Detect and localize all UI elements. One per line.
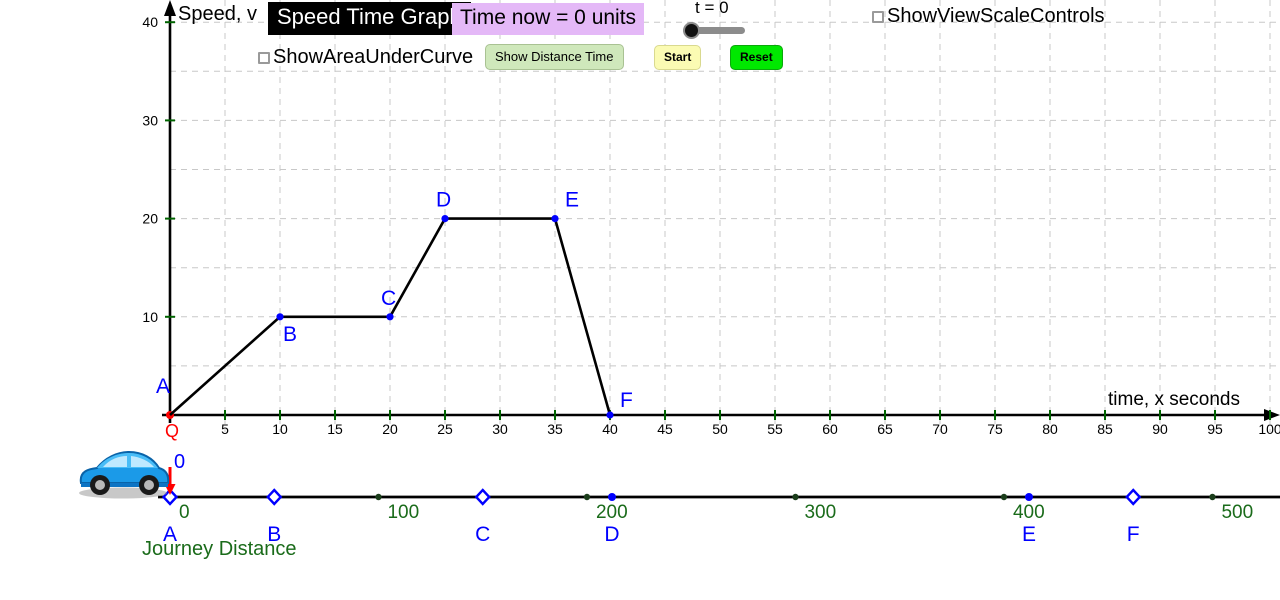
svg-text:20: 20 <box>142 211 158 227</box>
distance-marker-label-F: F <box>1127 523 1140 546</box>
reset-button[interactable]: Reset <box>730 45 783 70</box>
graph-canvas[interactable]: 5 10 15 20 25 30 35 40 45 50 55 60 65 70 75 80 85 90 95 100… <box>0 0 1280 600</box>
distance-marker-C <box>474 488 491 506</box>
geogebra-applet: 5 10 15 20 25 30 35 40 45 50 55 60 65 70 75 80 85 90 95 100… <box>0 0 1280 600</box>
page-title: Speed Time Graph <box>268 2 471 35</box>
start-button[interactable]: Start <box>654 45 702 70</box>
curve-points: A B C D E F <box>156 189 633 419</box>
svg-text:25: 25 <box>437 421 453 437</box>
curve-point-F <box>606 411 614 419</box>
distance-tick-label: 200 <box>596 502 628 523</box>
show-distance-time-button[interactable]: Show Distance Time <box>485 44 624 70</box>
distance-tick <box>1000 493 1008 501</box>
curve-point-label-E: E <box>565 189 579 212</box>
y-axis-title: Speed, v <box>178 3 257 25</box>
distance-marker-label-C: C <box>475 523 490 546</box>
distance-tick <box>1209 493 1216 501</box>
show-area-under-curve-label: ShowAreaUnderCurve <box>273 46 474 68</box>
distance-marker-F <box>1125 488 1142 506</box>
checkbox-square-icon[interactable] <box>258 51 270 64</box>
checkbox-square-icon[interactable] <box>872 10 884 23</box>
car-icon <box>79 450 170 499</box>
svg-text:30: 30 <box>492 421 508 437</box>
svg-text:100: 100 <box>1258 421 1280 437</box>
curve-point-label-D: D <box>436 189 451 212</box>
curve-point-label-B: B <box>283 323 297 346</box>
svg-text:80: 80 <box>1042 421 1058 437</box>
distance-tick <box>792 493 799 501</box>
distance-tick-label: 0 <box>179 502 190 523</box>
svg-text:70: 70 <box>932 421 948 437</box>
svg-text:40: 40 <box>602 421 618 437</box>
curve-point-E <box>551 215 559 223</box>
curve-point-label-A: A <box>156 375 170 398</box>
distance-tick-label: 300 <box>804 502 836 523</box>
svg-text:15: 15 <box>327 421 343 437</box>
curve-point-label-C: C <box>381 287 396 310</box>
svg-text:40: 40 <box>142 14 158 30</box>
show-view-scale-controls-label: ShowViewScaleControls <box>887 5 1105 27</box>
svg-text:65: 65 <box>877 421 893 437</box>
time-slider-label: t = 0 <box>695 0 729 17</box>
svg-text:60: 60 <box>822 421 838 437</box>
show-view-scale-controls-checkbox[interactable]: ShowViewScaleControls <box>872 5 1105 28</box>
car-position-value: 0 <box>174 451 185 473</box>
curve-point-C <box>386 313 394 321</box>
distance-tick <box>583 493 591 501</box>
distance-marker-B <box>266 488 283 506</box>
svg-text:85: 85 <box>1097 421 1113 437</box>
svg-text:10: 10 <box>142 309 158 325</box>
curve-point-label-F: F <box>620 389 633 412</box>
journey-distance-caption: Journey Distance <box>142 538 297 560</box>
time-now-display: Time now = 0 units <box>452 3 645 35</box>
distance-tick-label: 500 <box>1221 502 1253 523</box>
svg-text:30: 30 <box>142 112 158 128</box>
svg-text:50: 50 <box>712 421 728 437</box>
svg-text:Q: Q <box>165 421 179 441</box>
svg-text:10: 10 <box>272 421 288 437</box>
show-area-under-curve-checkbox[interactable]: ShowAreaUnderCurve <box>258 46 473 69</box>
svg-text:55: 55 <box>767 421 783 437</box>
distance-marker-label-E: E <box>1022 523 1036 546</box>
svg-text:35: 35 <box>547 421 563 437</box>
distance-tick-label: 100 <box>387 502 419 523</box>
distance-tick <box>375 493 382 501</box>
distance-marker-label-D: D <box>604 523 619 546</box>
svg-text:75: 75 <box>987 421 1003 437</box>
time-slider-knob[interactable] <box>683 22 700 39</box>
journey-distance-line: 0 100 200 300 400 500 <box>158 493 1280 523</box>
svg-text:45: 45 <box>657 421 673 437</box>
distance-tick-label: 400 <box>1013 502 1045 523</box>
x-axis-title: time, x seconds <box>1108 389 1240 410</box>
svg-text:90: 90 <box>1152 421 1168 437</box>
svg-text:5: 5 <box>221 421 229 437</box>
curve-point-B <box>276 313 284 321</box>
distance-marker-D <box>608 493 616 501</box>
distance-marker-E <box>1024 493 1033 501</box>
curve-point-D <box>441 215 449 223</box>
svg-text:95: 95 <box>1207 421 1223 437</box>
svg-text:20: 20 <box>382 421 398 437</box>
